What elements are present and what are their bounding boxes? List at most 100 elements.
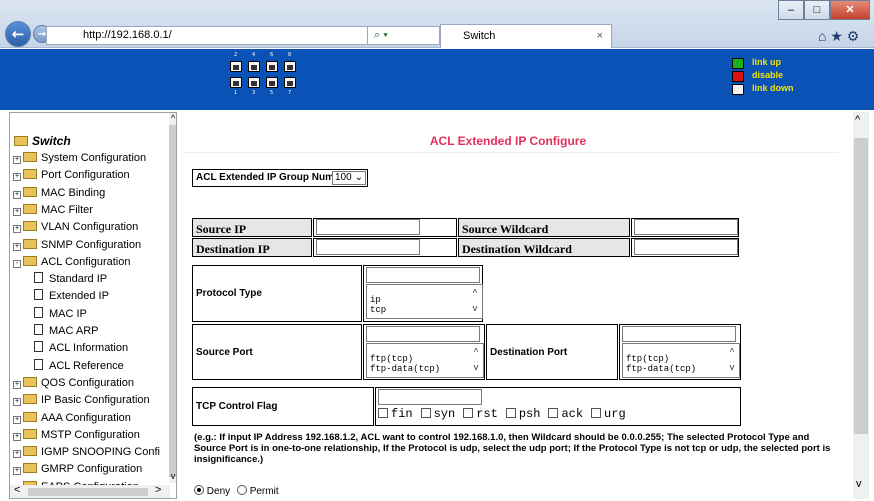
scroll-up-icon[interactable]: ^	[169, 113, 176, 123]
back-button[interactable]: ←	[5, 21, 31, 47]
search-icon[interactable]: ⌕ ▾	[374, 29, 388, 41]
expand-icon[interactable]: +	[13, 432, 21, 441]
port-icon[interactable]	[266, 77, 278, 88]
flag-checkbox-item[interactable]: fin	[378, 407, 413, 421]
address-bar[interactable]: http://192.168.0.1/	[46, 26, 368, 45]
hscroll-thumb[interactable]	[28, 488, 148, 496]
deny-radio[interactable]	[194, 485, 204, 495]
sidebar-item[interactable]: + System Configuration	[13, 150, 146, 167]
port-icon[interactable]	[230, 61, 242, 72]
scroll-thumb[interactable]	[169, 125, 176, 477]
checkbox-icon[interactable]	[548, 408, 559, 418]
sidebar-item[interactable]: + GMRP Configuration	[13, 461, 142, 478]
expand-icon[interactable]: +	[13, 450, 21, 459]
expand-icon[interactable]: +	[13, 415, 21, 424]
expand-icon[interactable]: +	[13, 173, 21, 182]
checkbox-icon[interactable]	[463, 408, 474, 418]
tcp-flag-input[interactable]	[378, 389, 482, 405]
sidebar-item[interactable]: + AAA Configuration	[13, 410, 131, 427]
sidebar-horizontal-scrollbar[interactable]: < >	[10, 484, 170, 498]
sidebar-item[interactable]: + SNMP Configuration	[13, 237, 141, 254]
sidebar-item[interactable]: + MSTP Configuration	[13, 427, 140, 444]
source-ip-input[interactable]	[316, 219, 420, 235]
port-icon[interactable]	[284, 77, 296, 88]
scroll-down-icon[interactable]: v	[856, 478, 862, 490]
sidebar-item[interactable]: + VLAN Configuration	[13, 219, 138, 236]
port-icon[interactable]	[248, 61, 260, 72]
collapse-icon[interactable]: -	[13, 259, 21, 268]
group-num-select[interactable]: 100 ⌄	[332, 171, 366, 185]
source-port-option[interactable]: ftp(tcp)	[370, 354, 483, 364]
flag-checkbox-item[interactable]: rst	[463, 407, 498, 421]
port-number: 8	[288, 52, 292, 58]
port-icon[interactable]	[284, 61, 296, 72]
sidebar-item[interactable]: MAC ARP	[34, 323, 99, 340]
source-wildcard-input[interactable]	[634, 219, 738, 235]
sidebar-item[interactable]: + IP Basic Configuration	[13, 392, 150, 409]
permit-radio[interactable]	[236, 485, 247, 495]
sidebar-item[interactable]: Extended IP	[34, 288, 109, 305]
expand-icon[interactable]: +	[13, 225, 21, 234]
expand-icon[interactable]: +	[13, 242, 21, 251]
sidebar-item[interactable]: + MAC Binding	[13, 185, 105, 202]
flag-checkbox-item[interactable]: syn	[420, 407, 455, 421]
listbox-scroll-icon[interactable]: ^ v	[468, 285, 482, 318]
port-icon[interactable]	[248, 77, 260, 88]
port-icon[interactable]	[266, 61, 278, 72]
tab-title: Switch	[463, 30, 496, 42]
expand-icon[interactable]: +	[13, 207, 21, 216]
flag-checkbox-item[interactable]: ack	[548, 407, 583, 421]
scroll-left-icon[interactable]: <	[14, 484, 20, 496]
expand-icon[interactable]: +	[13, 380, 21, 389]
sidebar-item[interactable]: ACL Information	[34, 340, 128, 357]
protocol-option[interactable]: tcp	[370, 305, 482, 315]
expand-icon[interactable]: +	[13, 156, 21, 164]
expand-icon[interactable]: +	[13, 190, 21, 199]
scroll-down-icon[interactable]: v	[169, 471, 176, 481]
home-star-gear-icons[interactable]: ⌂ ★ ⚙	[818, 28, 859, 45]
destination-port-option[interactable]: ftp(tcp)	[626, 354, 739, 364]
protocol-listbox[interactable]: ip tcp ^ v	[366, 284, 483, 319]
listbox-scroll-icon[interactable]: ^ v	[725, 344, 739, 377]
sidebar-item[interactable]: + Port Configuration	[13, 167, 130, 184]
destination-port-input[interactable]	[622, 326, 736, 342]
address-tools[interactable]: ⌕ ▾	[368, 26, 440, 45]
sidebar-item[interactable]: ACL Reference	[34, 358, 124, 375]
checkbox-icon[interactable]	[591, 408, 602, 418]
source-port-option[interactable]: ftp-data(tcp)	[370, 364, 483, 374]
tab-close-icon[interactable]: ×	[597, 25, 603, 47]
destination-port-listbox[interactable]: ftp(tcp) ftp-data(tcp) ^ v	[622, 343, 740, 378]
flag-checkbox-item[interactable]: urg	[591, 407, 626, 421]
protocol-option[interactable]: ip	[370, 295, 482, 305]
sidebar-item[interactable]: + MAC Filter	[13, 202, 93, 219]
source-port-listbox[interactable]: ftp(tcp) ftp-data(tcp) ^ v	[366, 343, 484, 378]
minimize-button[interactable]: –	[778, 0, 804, 20]
listbox-scroll-icon[interactable]: ^ v	[469, 344, 483, 377]
port-icon[interactable]	[230, 77, 242, 88]
sidebar-item[interactable]: MAC IP	[34, 306, 87, 323]
scroll-thumb[interactable]	[854, 138, 868, 434]
sidebar-vertical-scrollbar[interactable]: ^ v	[169, 113, 176, 483]
scroll-up-icon[interactable]: ^	[855, 114, 860, 126]
expand-icon[interactable]: +	[13, 467, 21, 476]
sidebar-item[interactable]: Standard IP	[34, 271, 107, 288]
sidebar-item[interactable]: + IGMP SNOOPING Confi	[13, 444, 160, 461]
maximize-button[interactable]: □	[804, 0, 830, 20]
sidebar-item[interactable]: + QOS Configuration	[13, 375, 134, 392]
tree-root[interactable]: Switch	[14, 133, 71, 150]
expand-icon[interactable]: +	[13, 398, 21, 407]
main-vertical-scrollbar[interactable]: ^ v	[853, 112, 869, 499]
close-window-button[interactable]: ✕	[830, 0, 870, 20]
destination-ip-input[interactable]	[316, 239, 420, 255]
browser-tab[interactable]: Switch ×	[440, 24, 612, 48]
destination-port-option[interactable]: ftp-data(tcp)	[626, 364, 739, 374]
destination-wildcard-input[interactable]	[634, 239, 738, 255]
checkbox-icon[interactable]	[505, 408, 516, 418]
flag-checkbox-item[interactable]: psh	[505, 407, 540, 421]
protocol-input[interactable]	[366, 267, 480, 283]
sidebar-item[interactable]: - ACL Configuration	[13, 254, 130, 271]
scroll-right-icon[interactable]: >	[155, 484, 161, 496]
checkbox-icon[interactable]	[420, 408, 431, 418]
checkbox-icon[interactable]	[378, 408, 388, 418]
source-port-input[interactable]	[366, 326, 480, 342]
